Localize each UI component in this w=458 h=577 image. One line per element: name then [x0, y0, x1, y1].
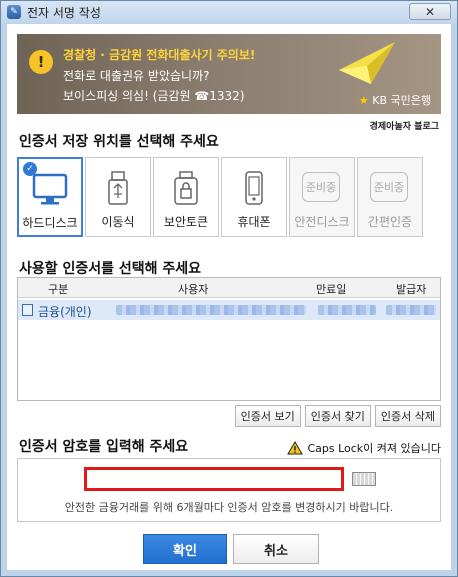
- caution-icon: [287, 441, 304, 455]
- cancel-button[interactable]: 취소: [233, 534, 319, 564]
- cert-type: 금융(개인): [38, 305, 92, 319]
- storage-label: 이동식: [101, 215, 135, 229]
- notice-banner[interactable]: ! 경찰청 · 금감원 전화대출사기 주의보! 전화로 대출권유 받았습니까? …: [17, 34, 441, 114]
- storage-label: 휴대폰: [237, 215, 271, 229]
- paper-plane-icon: [339, 42, 395, 84]
- redacted-user: [116, 305, 306, 315]
- blog-watermark: 경제아놀자 블로그: [369, 122, 439, 132]
- storage-option-harddisk[interactable]: ✓ 하드디스크: [17, 157, 83, 237]
- banner-line: 보이스피싱 의심! (금감원 ☎1332): [63, 89, 245, 103]
- table-header: 구분 사용자 만료일 발급자: [18, 278, 440, 298]
- storage-options: ✓ 하드디스크 이동식 보안토큰 휴대폰 준비중 안전디스크 준비중 간편인증: [17, 157, 441, 241]
- delete-cert-button[interactable]: 인증서 삭제: [374, 405, 441, 427]
- kb-logo: ★ KB 국민은행: [358, 94, 431, 107]
- banner-headline: 경찰청 · 금감원 전화대출사기 주의보!: [63, 48, 256, 62]
- warning-icon: !: [29, 50, 53, 74]
- column-header[interactable]: 만료일: [316, 281, 346, 297]
- coming-soon-badge: 준비중: [302, 172, 340, 202]
- password-notice: 안전한 금융거래를 위해 6개월마다 인증서 암호를 변경하시기 바랍니다.: [64, 501, 394, 514]
- column-header[interactable]: 구분: [48, 281, 68, 297]
- cert-actions: 인증서 보기 인증서 찾기 인증서 삭제: [234, 405, 441, 427]
- coming-soon-badge: 준비중: [370, 172, 408, 202]
- storage-label: 하드디스크: [22, 216, 78, 230]
- dialog-body: ! 경찰청 · 금감원 전화대출사기 주의보! 전화로 대출권유 받았습니까? …: [7, 24, 451, 570]
- window-title: 전자 서명 작성: [27, 5, 101, 20]
- token-icon: [174, 171, 198, 205]
- column-header[interactable]: 발급자: [396, 281, 426, 297]
- app-icon: ✎: [7, 5, 21, 19]
- find-cert-button[interactable]: 인증서 찾기: [304, 405, 371, 427]
- storage-option-phone[interactable]: 휴대폰: [221, 157, 287, 237]
- storage-option-simple-auth: 준비중 간편인증: [357, 157, 423, 237]
- confirm-button[interactable]: 확인: [143, 534, 227, 564]
- storage-option-safedisk: 준비중 안전디스크: [289, 157, 355, 237]
- storage-heading: 인증서 저장 위치를 선택해 주세요: [19, 134, 219, 150]
- redacted-issuer: [386, 305, 436, 315]
- password-input[interactable]: [84, 467, 344, 491]
- caps-lock-text: Caps Lock이 켜져 있습니다: [307, 442, 441, 455]
- monitor-icon: [32, 173, 68, 205]
- phone-icon: [245, 171, 263, 205]
- dialog-window: ✎ 전자 서명 작성 ✕ ! 경찰청 · 금감원 전화대출사기 주의보! 전화로…: [0, 0, 458, 577]
- view-cert-button[interactable]: 인증서 보기: [234, 405, 301, 427]
- storage-label: 간편인증: [367, 215, 413, 229]
- storage-option-removable[interactable]: 이동식: [85, 157, 151, 237]
- brand-name: KB 국민은행: [372, 94, 431, 107]
- password-heading: 인증서 암호를 입력해 주세요: [19, 439, 189, 455]
- storage-label: 보안토큰: [163, 215, 209, 229]
- keyboard-icon[interactable]: [352, 472, 376, 486]
- redacted-expiry: [318, 305, 376, 315]
- password-panel: 안전한 금융거래를 위해 6개월마다 인증서 암호를 변경하시기 바랍니다.: [17, 458, 441, 522]
- cert-heading: 사용할 인증서를 선택해 주세요: [19, 261, 202, 277]
- usb-icon: [108, 171, 128, 205]
- storage-label: 안전디스크: [294, 215, 350, 229]
- close-button[interactable]: ✕: [409, 3, 451, 20]
- caps-lock-warning: Caps Lock이 켜져 있습니다: [287, 440, 441, 456]
- storage-option-token[interactable]: 보안토큰: [153, 157, 219, 237]
- title-bar[interactable]: ✎ 전자 서명 작성 ✕: [1, 1, 457, 23]
- banner-line: 전화로 대출권유 받았습니까?: [63, 69, 210, 83]
- certificate-icon: [22, 304, 33, 316]
- table-row[interactable]: 금융(개인): [18, 300, 440, 320]
- cert-table: 구분 사용자 만료일 발급자 금융(개인): [17, 277, 441, 401]
- column-header[interactable]: 사용자: [178, 281, 208, 297]
